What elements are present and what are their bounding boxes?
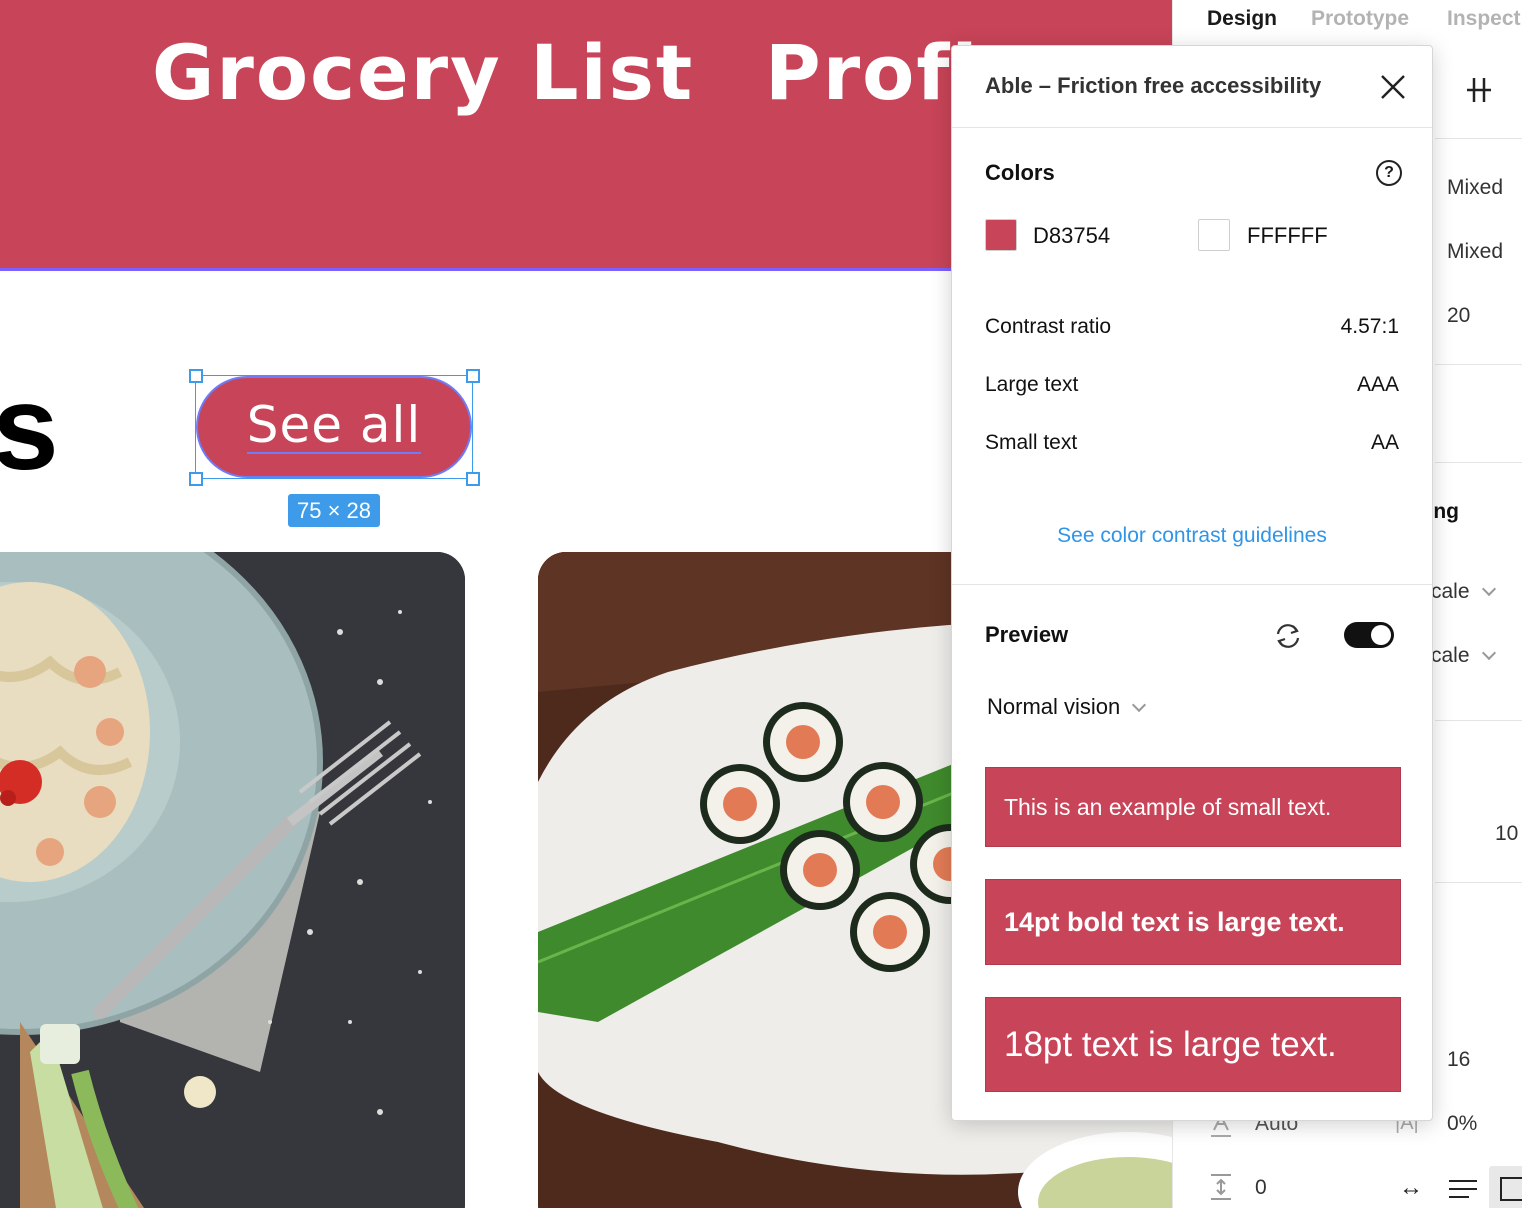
line-height-value[interactable]: 16 [1447,1048,1470,1072]
contrast-guidelines-link[interactable]: See color contrast guidelines [952,524,1432,548]
letter-spacing-value[interactable]: 0% [1447,1112,1477,1136]
panel-divider [1435,138,1522,139]
help-icon[interactable]: ? [1376,160,1402,186]
horizontal-scale-select[interactable]: cale [1431,580,1496,604]
frame-hover-outline [0,268,960,271]
scale-label: cale [1431,580,1470,603]
toggle-knob [1371,625,1391,645]
opacity-value[interactable]: 10 [1495,822,1518,846]
small-text-label: Small text [985,431,1078,454]
contrast-ratio-value: 4.57:1 [1340,315,1399,338]
preview-large-text: 18pt text is large text. [985,997,1401,1092]
font-style-value[interactable]: Mixed [1447,240,1503,264]
background-hex[interactable]: FFFFFF [1247,223,1328,249]
large-text-label: Large text [985,373,1079,396]
colors-heading: Colors [985,160,1055,185]
auto-width-icon[interactable]: ↔ [1399,1176,1429,1200]
pasta-photo [0,552,465,1208]
dimension-badge: 75 × 28 [288,494,381,527]
font-size-value[interactable]: 20 [1447,304,1470,328]
panel-divider [1435,462,1522,463]
panel-divider [1435,882,1522,883]
align-left-icon[interactable] [1449,1178,1477,1200]
background-color-swatch[interactable] [1198,219,1230,251]
preview-heading: Preview [985,622,1069,647]
tab-prototype[interactable]: Prototype [1311,6,1409,32]
preview-small-text: This is an example of small text. [985,767,1401,847]
vision-mode-select[interactable]: Normal vision [987,694,1147,720]
paragraph-spacing-value[interactable]: 0 [1255,1176,1267,1200]
panel-divider [1435,720,1522,721]
foreground-hex[interactable]: D83754 [1033,223,1110,249]
plugin-header: Able – Friction free accessibility [952,46,1432,128]
vision-mode-label: Normal vision [987,694,1121,719]
nav-title-grocery-list[interactable]: Grocery List [152,28,694,117]
chevron-down-icon [1481,581,1496,597]
fixed-size-toggle[interactable] [1489,1166,1522,1208]
nav-title-profile[interactable]: Profi [765,28,980,117]
vertical-scale-select[interactable]: cale [1431,644,1496,668]
tab-design[interactable]: Design [1207,6,1277,32]
section-heading[interactable]: s [0,368,59,488]
resize-handle-bottom-left[interactable] [189,472,203,486]
scale-label: cale [1431,644,1470,667]
see-all-button[interactable]: See all [196,376,472,478]
resize-handle-top-right[interactable] [466,369,480,383]
large-text-rating: AAA [1356,373,1399,396]
plugin-title: Able – Friction free accessibility [985,73,1322,98]
close-button[interactable] [1376,70,1410,104]
preview-toggle[interactable] [1344,622,1394,648]
font-weight-value[interactable]: Mixed [1447,176,1503,200]
close-icon [1381,75,1405,99]
component-icon[interactable] [1465,76,1493,104]
small-text-rating: AA [1370,431,1399,454]
able-plugin-window[interactable]: Able – Friction free accessibility Color… [951,45,1433,1121]
resize-handle-bottom-right[interactable] [466,472,480,486]
see-all-label: See all [246,396,422,454]
food-card-pasta[interactable] [0,552,465,1208]
foreground-color-swatch[interactable] [985,219,1017,251]
section-divider [952,584,1432,585]
swap-colors-icon[interactable] [1272,620,1304,652]
chevron-down-icon [1132,697,1147,713]
tab-inspect[interactable]: Inspect [1447,6,1521,32]
square-icon [1500,1177,1522,1201]
preview-bold-text: 14pt bold text is large text. [985,879,1401,965]
chevron-down-icon [1481,645,1496,661]
panel-divider [1435,364,1522,365]
paragraph-spacing-icon [1209,1172,1233,1202]
contrast-ratio-label: Contrast ratio [985,315,1112,338]
resize-handle-top-left[interactable] [189,369,203,383]
